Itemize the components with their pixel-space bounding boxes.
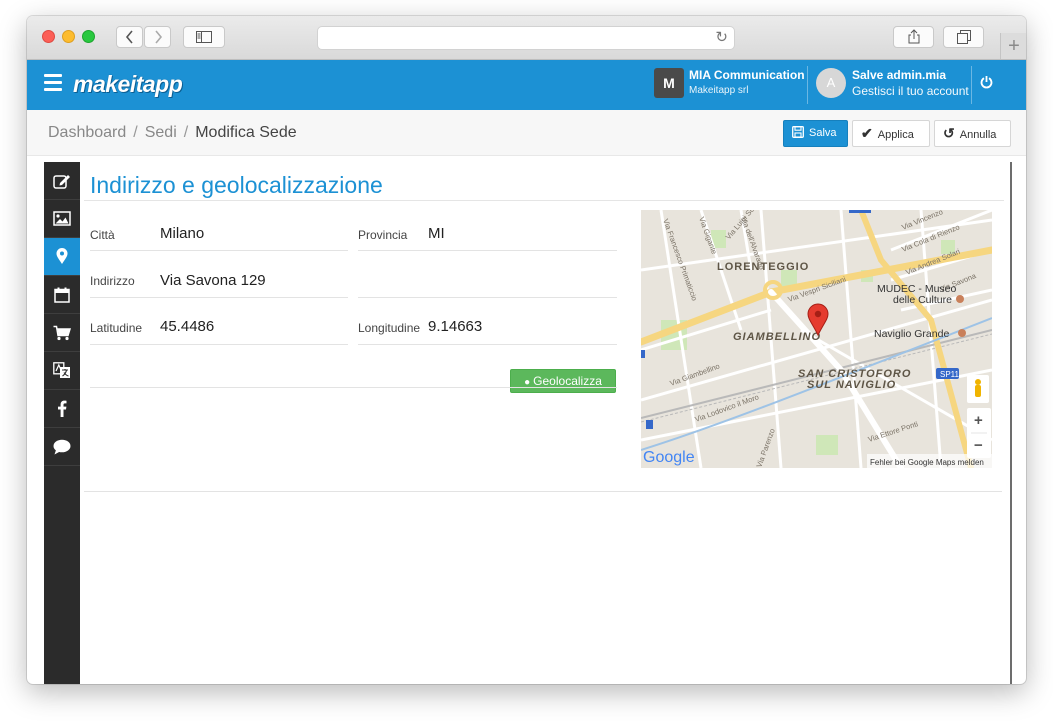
share-icon	[908, 29, 919, 44]
map-area-label: SUL NAVIGLIO	[807, 379, 896, 391]
image-icon	[53, 211, 71, 226]
org-subtitle: Makeitapp srl	[689, 85, 749, 96]
city-label: Città	[90, 228, 115, 242]
map-view[interactable]: LORENTEGGIO GIAMBELLINO SAN CRISTOFORO S…	[641, 210, 992, 468]
sidebar-item-images[interactable]	[44, 200, 80, 238]
geolocate-button[interactable]: ● Geolocalizza	[510, 369, 616, 393]
latitude-label: Latitudine	[90, 321, 143, 335]
chevron-right-icon	[154, 30, 162, 44]
sidebar-item-comments[interactable]	[44, 428, 80, 466]
user-greeting[interactable]: Salve admin.mia	[852, 68, 946, 82]
province-field[interactable]: MI	[428, 225, 445, 242]
menu-icon[interactable]	[44, 74, 62, 95]
share-button[interactable]	[893, 26, 934, 48]
map-marker-icon	[56, 248, 68, 264]
back-button[interactable]	[116, 26, 143, 48]
save-button[interactable]: Salva	[783, 120, 848, 147]
org-name[interactable]: MIA Communication	[689, 68, 805, 82]
apply-button[interactable]: ✔ Applica	[852, 120, 930, 147]
sidebar-item-location[interactable]	[44, 238, 80, 276]
plus-icon: +	[1008, 35, 1020, 57]
sidebar-item-edit[interactable]	[44, 162, 80, 200]
undo-icon: ↺	[943, 125, 955, 141]
google-logo: Google	[643, 449, 695, 466]
latitude-field[interactable]: 45.4486	[160, 318, 214, 335]
sidebar-toggle-button[interactable]	[183, 26, 225, 48]
browser-toolbar: ↻ +	[27, 16, 1026, 60]
floppy-icon	[792, 126, 804, 138]
breadcrumb-sedi[interactable]: Sedi	[145, 124, 177, 141]
avatar[interactable]: A	[816, 68, 846, 98]
calendar-icon	[54, 287, 70, 303]
sidebar-item-shop[interactable]	[44, 314, 80, 352]
cancel-button[interactable]: ↺ Annulla	[934, 120, 1011, 147]
zoom-window-button[interactable]	[82, 30, 95, 43]
facebook-icon	[58, 400, 67, 417]
province-label: Provincia	[358, 228, 408, 242]
tabs-icon	[956, 30, 971, 44]
longitude-label: Longitudine	[358, 321, 421, 335]
power-icon	[980, 76, 993, 89]
zoom-in-button: +	[974, 412, 983, 429]
edit-icon	[53, 174, 70, 189]
reload-icon[interactable]: ↻	[715, 28, 728, 46]
breadcrumb-dashboard[interactable]: Dashboard	[48, 124, 126, 141]
address-bar[interactable]: ↻	[317, 26, 735, 50]
report-map-error-link: Fehler bei Google Maps melden	[870, 458, 984, 467]
sidebar-item-facebook[interactable]	[44, 390, 80, 428]
app-header: makeitapp M MIA Communication Makeitapp …	[27, 60, 1026, 110]
longitude-field[interactable]: 9.14663	[428, 318, 482, 335]
sidebar-item-calendar[interactable]	[44, 276, 80, 314]
breadcrumb-current: Modifica Sede	[195, 124, 297, 141]
road-badge: SP11	[940, 370, 960, 379]
breadcrumb: Dashboard / Sedi / Modifica Sede	[48, 124, 297, 141]
brand-logo[interactable]: makeitapp	[73, 71, 183, 98]
address-field[interactable]: Via Savona 129	[160, 272, 266, 289]
breadcrumb-bar: Dashboard / Sedi / Modifica Sede Salva ✔ Appl…	[27, 110, 1026, 156]
sidebar-item-translations[interactable]	[44, 352, 80, 390]
chevron-left-icon	[125, 30, 133, 44]
cart-icon	[53, 325, 71, 340]
sidebar-toggle-icon	[196, 31, 212, 43]
forward-button[interactable]	[144, 26, 171, 48]
zoom-out-button: −	[974, 437, 983, 454]
map-poi-label: delle Culture	[893, 294, 952, 306]
address-label: Indirizzo	[90, 274, 135, 288]
comment-icon	[53, 439, 71, 454]
new-tab-button[interactable]: +	[1000, 33, 1026, 59]
close-window-button[interactable]	[42, 30, 55, 43]
map-area-label: GIAMBELLINO	[733, 331, 821, 343]
org-avatar[interactable]: M	[654, 68, 684, 98]
translate-icon	[53, 362, 70, 378]
power-button[interactable]	[980, 75, 993, 92]
minimize-window-button[interactable]	[62, 30, 75, 43]
section-title: Indirizzo e geolocalizzazione	[90, 172, 383, 198]
map-poi-label: Naviglio Grande	[874, 328, 949, 340]
tabs-button[interactable]	[943, 26, 984, 48]
main-content: Indirizzo e geolocalizzazione Città Mila…	[44, 162, 1012, 684]
browser-window: ↻ + makeitapp M MIA Communication Makeit…	[27, 16, 1026, 684]
account-link[interactable]: Gestisci il tuo account	[852, 84, 969, 98]
city-field[interactable]: Milano	[160, 225, 204, 242]
section-sidebar	[44, 162, 80, 684]
check-icon: ✔	[861, 125, 873, 141]
